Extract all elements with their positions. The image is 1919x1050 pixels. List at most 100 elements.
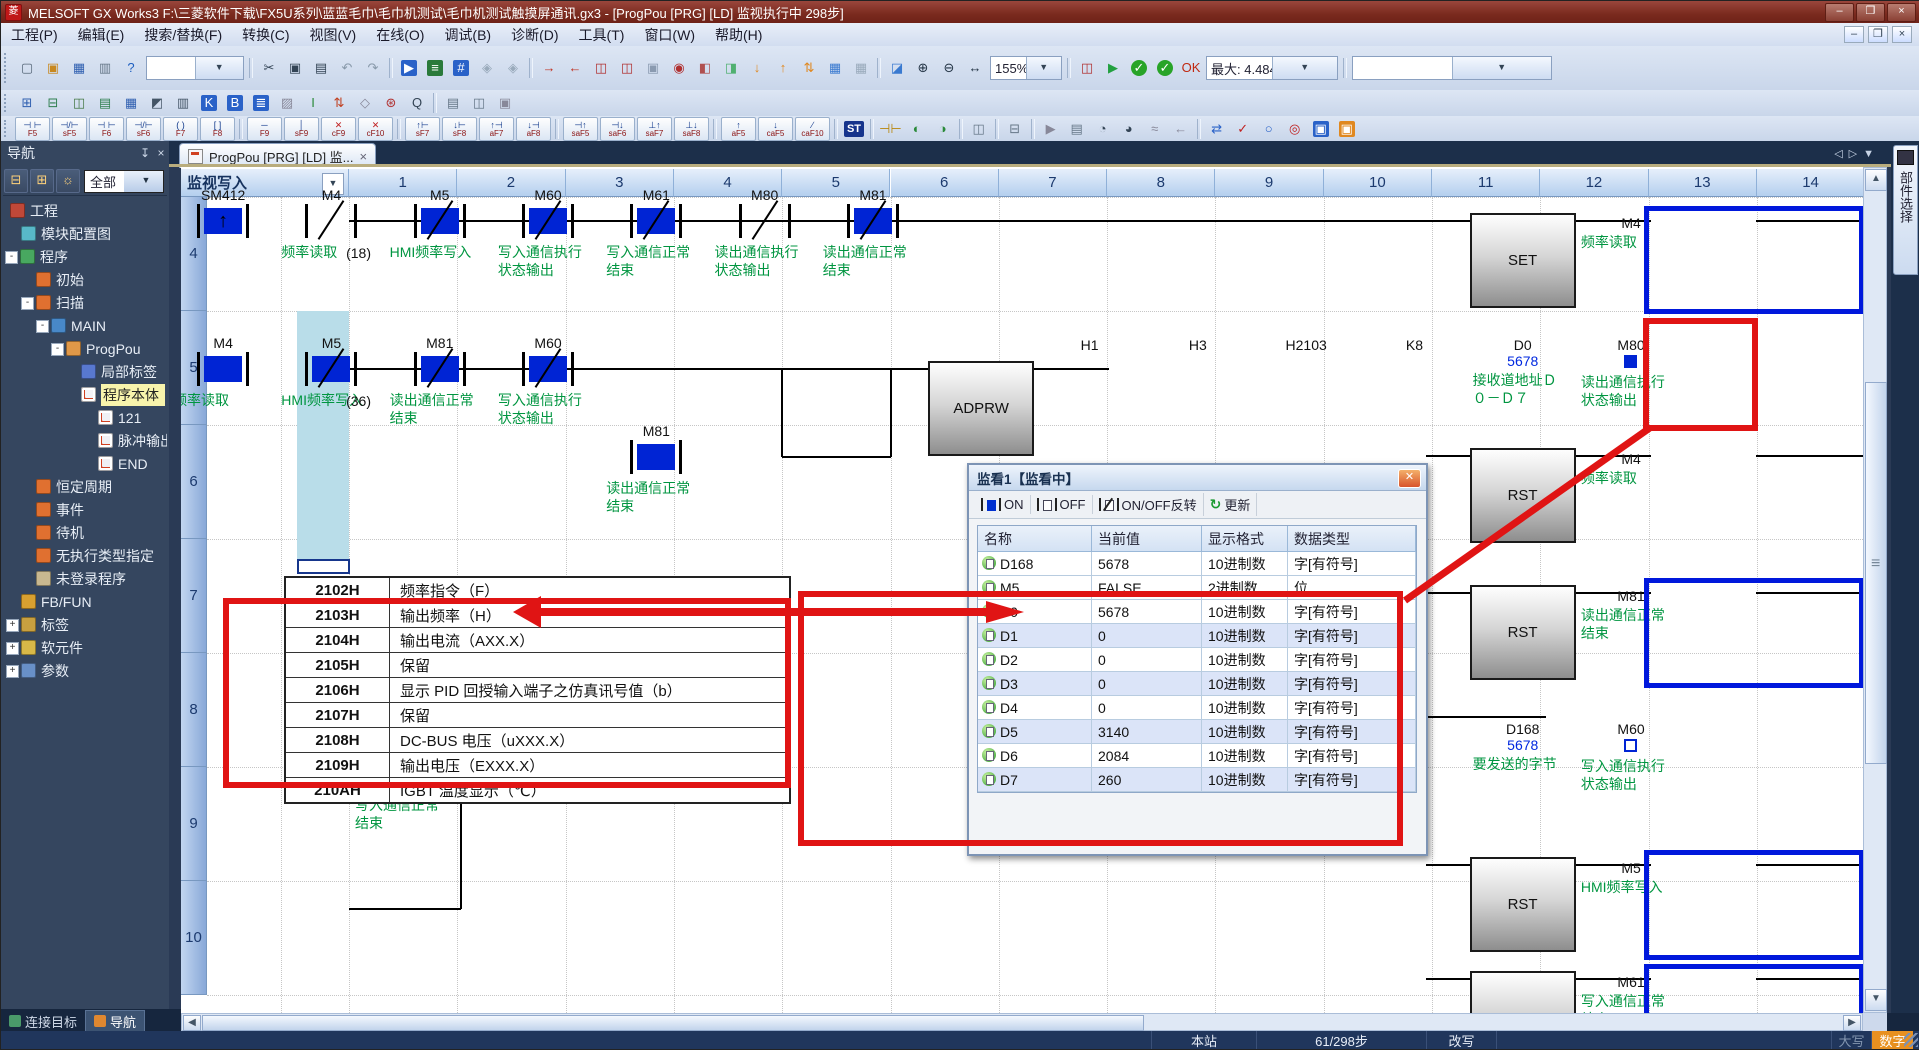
toolbar-icon[interactable]: ▣ bbox=[283, 56, 307, 80]
ladder-symbol-button-sF6[interactable]: ⊣/⊢sF6 bbox=[126, 117, 161, 141]
menu-item[interactable]: 窗口(W) bbox=[634, 23, 705, 47]
tree-item-MAIN[interactable]: -MAIN bbox=[3, 314, 167, 337]
menu-item[interactable]: 调试(B) bbox=[434, 23, 501, 47]
scroll-down-icon[interactable]: ▼ bbox=[1865, 989, 1887, 1011]
ladder-contact-M4[interactable] bbox=[197, 352, 249, 386]
toolbar-icon[interactable]: ⇅ bbox=[327, 91, 351, 115]
watch-header-当前值[interactable]: 当前值 bbox=[1092, 526, 1202, 551]
watch-header-显示格式[interactable]: 显示格式 bbox=[1202, 526, 1288, 551]
toolbar-icon[interactable]: ◫ bbox=[467, 91, 491, 115]
operand-label-M4[interactable]: M4 bbox=[1577, 451, 1685, 467]
toolbar-icon[interactable]: ⇅ bbox=[797, 56, 821, 80]
tree-expander-icon[interactable]: - bbox=[5, 251, 18, 264]
scroll-up-icon[interactable]: ▲ bbox=[1865, 169, 1887, 191]
toolbar-icon[interactable]: ⊖ bbox=[937, 56, 961, 80]
toolbar-icon[interactable]: B bbox=[223, 91, 247, 115]
toolbar-icon[interactable]: ▣ bbox=[1335, 117, 1359, 141]
ladder-symbol-button-caF10[interactable]: ∕caF10 bbox=[795, 117, 830, 141]
ladder-symbol-button-sF8[interactable]: ↓⊢sF8 bbox=[442, 117, 477, 141]
watch-window[interactable]: 监看1【监看中】 ✕ ONOFFON/OFF反转↻更新 名称当前值显示格式数据类… bbox=[967, 463, 1428, 856]
nav-filter-dropdown[interactable]: 全部▼ bbox=[84, 170, 164, 193]
menu-item[interactable]: 转换(C) bbox=[232, 23, 299, 47]
ladder-contact-M5[interactable] bbox=[414, 204, 466, 238]
toolbar-icon[interactable]: ← bbox=[563, 56, 587, 80]
toolbar-icon[interactable]: ▤ bbox=[309, 56, 333, 80]
tree-expand-icon[interactable]: ⊞ bbox=[30, 169, 54, 193]
watch-row-D1[interactable]: D1010进制数字[有符号] bbox=[978, 624, 1416, 648]
toolbar-icon[interactable]: ↓ bbox=[745, 56, 769, 80]
tree-item-脉冲输出[interactable]: 脉冲输出 bbox=[3, 429, 167, 452]
tree-expander-icon[interactable]: + bbox=[6, 619, 19, 632]
tree-item-待机[interactable]: 待机 bbox=[3, 521, 167, 544]
instruction-box-RST[interactable]: RST bbox=[1470, 448, 1576, 543]
ladder-symbol-button-aF8[interactable]: ↓⊣aF8 bbox=[516, 117, 551, 141]
toolbar-icon[interactable]: ▣ bbox=[1309, 117, 1333, 141]
tree-item-初始[interactable]: 初始 bbox=[3, 268, 167, 291]
menu-item[interactable]: 工程(P) bbox=[1, 23, 68, 47]
edit-cursor-cell[interactable] bbox=[297, 559, 350, 574]
nav-tab-连接目标[interactable]: 连接目标 bbox=[1, 1011, 85, 1031]
ladder-contact-M81[interactable] bbox=[414, 352, 466, 386]
instruction-box-RST[interactable]: RST bbox=[1470, 857, 1576, 952]
watch-row-D7[interactable]: D726010进制数字[有符号] bbox=[978, 768, 1416, 792]
minimize-button[interactable]: – bbox=[1825, 3, 1854, 22]
toolbar-icon[interactable]: ▦ bbox=[823, 56, 847, 80]
tree-item-无执行类型指定[interactable]: 无执行类型指定 bbox=[3, 544, 167, 567]
toolbar-icon[interactable]: ▨ bbox=[275, 91, 299, 115]
tree-item-事件[interactable]: 事件 bbox=[3, 498, 167, 521]
toolbar-icon[interactable]: ▦ bbox=[119, 91, 143, 115]
toolbar-icon[interactable]: ≡ bbox=[423, 56, 447, 80]
toolbar-icon[interactable]: ✂ bbox=[257, 56, 281, 80]
tree-item-参数[interactable]: +参数 bbox=[3, 659, 167, 682]
ladder-symbol-button-F5[interactable]: ⊣ ⊢F5 bbox=[15, 117, 50, 141]
mdi-button[interactable]: ❐ bbox=[1868, 26, 1888, 43]
operand-label-H1[interactable]: H1 bbox=[1035, 337, 1143, 353]
ladder-contact-M81[interactable] bbox=[630, 440, 682, 474]
horizontal-scrollbar[interactable]: ◀ ▶ bbox=[181, 1013, 1863, 1031]
tree-item-ProgPou[interactable]: -ProgPou bbox=[3, 337, 167, 360]
toolbar-icon[interactable]: ◫ bbox=[589, 56, 613, 80]
chevron-down-icon[interactable]: ▼ bbox=[1272, 57, 1338, 79]
tree-expander-icon[interactable]: - bbox=[51, 343, 64, 356]
toolbar-icon[interactable]: ✓ bbox=[1231, 117, 1255, 141]
ladder-symbol-button-F9[interactable]: ─F9 bbox=[247, 117, 282, 141]
toolbar-icon[interactable]: ⊕ bbox=[911, 56, 935, 80]
toolbar-icon[interactable]: ▤ bbox=[1065, 117, 1089, 141]
tree-expander-icon[interactable]: - bbox=[36, 320, 49, 333]
menu-item[interactable]: 编辑(E) bbox=[68, 23, 135, 47]
toolbar-icon[interactable]: ▣ bbox=[41, 56, 65, 80]
tree-item-软元件[interactable]: +软元件 bbox=[3, 636, 167, 659]
tree-item-程序本体[interactable]: 程序本体 bbox=[3, 383, 167, 406]
watch-header-数据类型[interactable]: 数据类型 bbox=[1288, 526, 1416, 551]
pin-icon[interactable]: ↧ bbox=[137, 146, 153, 160]
toolbar-icon[interactable]: ▥ bbox=[171, 91, 195, 115]
toolbar-icon[interactable]: ⊟ bbox=[41, 91, 65, 115]
menu-item[interactable]: 诊断(D) bbox=[501, 23, 568, 47]
ladder-contact-M5[interactable] bbox=[305, 352, 357, 386]
resize-grip[interactable] bbox=[1904, 1033, 1918, 1047]
watch-header-名称[interactable]: 名称 bbox=[978, 526, 1092, 551]
toolbar-icon[interactable]: ◈ bbox=[501, 56, 525, 80]
menu-item[interactable]: 搜索/替换(F) bbox=[134, 23, 232, 47]
watch-button-ON[interactable]: ON bbox=[975, 495, 1031, 514]
tree-expander-icon[interactable]: + bbox=[6, 642, 19, 655]
ladder-symbol-button-F7[interactable]: ( )F7 bbox=[163, 117, 198, 141]
instruction-box-RST[interactable]: RST bbox=[1470, 585, 1576, 680]
toolbar-icon[interactable]: ◨ bbox=[719, 56, 743, 80]
ladder-symbol-button-saF6[interactable]: ⊣↓saF6 bbox=[600, 117, 635, 141]
tree-item-模块配置图[interactable]: 模块配置图 bbox=[3, 222, 167, 245]
toolbar-icon[interactable]: ▤ bbox=[441, 91, 465, 115]
ladder-symbol-button-caF5[interactable]: ↓caF5 bbox=[758, 117, 793, 141]
toolbar-icon[interactable]: ↷ bbox=[361, 56, 385, 80]
operand-label-M60[interactable]: M60 bbox=[1577, 721, 1685, 737]
vertical-scrollbar[interactable]: ▲ ▼ bbox=[1863, 167, 1887, 1013]
toolbar-icon[interactable]: Q bbox=[405, 91, 429, 115]
watch-row-D5[interactable]: D5314010进制数字[有符号] bbox=[978, 720, 1416, 744]
toolbar-icon[interactable]: ⊛ bbox=[379, 91, 403, 115]
watch-row-D168[interactable]: D168567810进制数字[有符号] bbox=[978, 552, 1416, 576]
toolbar-icon[interactable]: ✓ bbox=[1127, 56, 1151, 80]
tab-scroll-buttons[interactable]: ◁▷▼ bbox=[1834, 147, 1880, 160]
toolbar-icon[interactable]: ▦ bbox=[849, 56, 873, 80]
menu-item[interactable]: 工具(T) bbox=[569, 23, 635, 47]
toolbar-icon[interactable]: ◫ bbox=[967, 117, 991, 141]
